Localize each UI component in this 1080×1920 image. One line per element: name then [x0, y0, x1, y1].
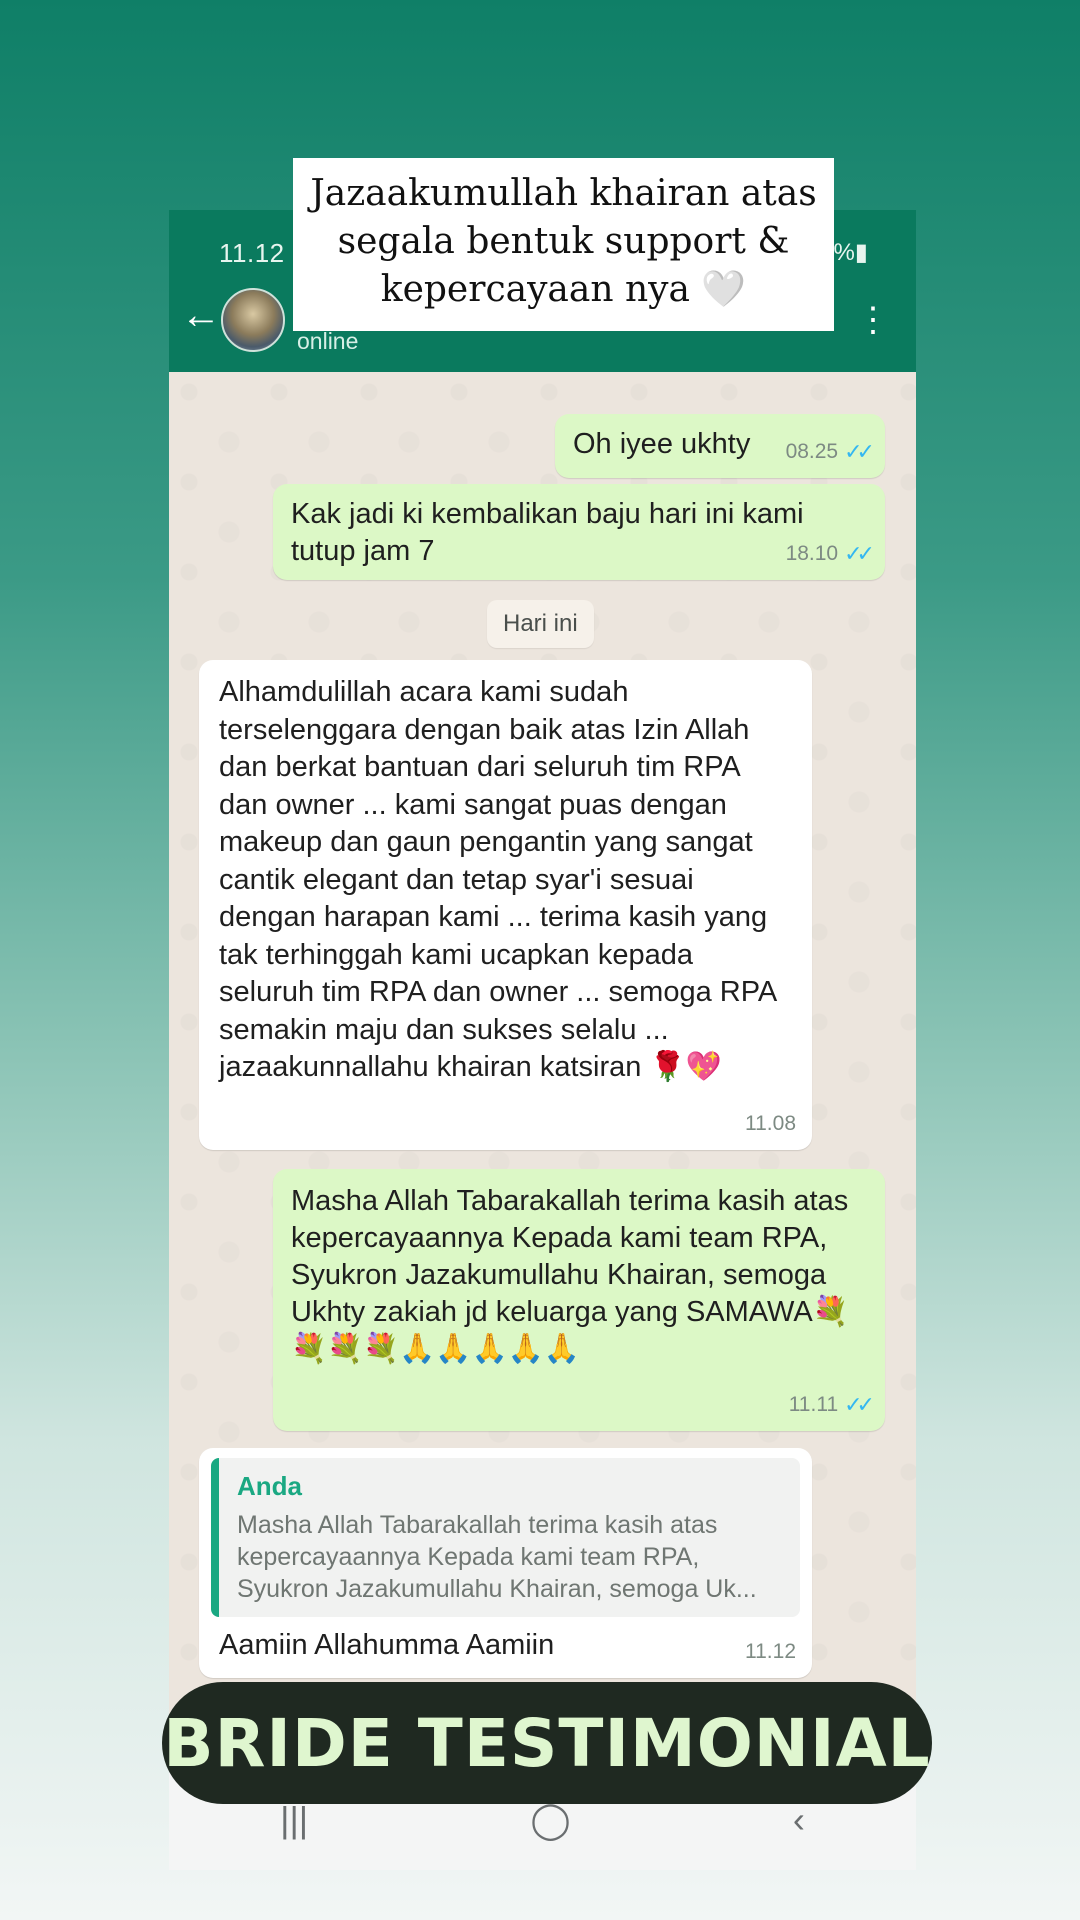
- quoted-message[interactable]: Anda Masha Allah Tabarakallah terima kas…: [211, 1458, 800, 1617]
- message-incoming-reply[interactable]: Anda Masha Allah Tabarakallah terima kas…: [199, 1448, 812, 1678]
- read-ticks-icon: ✓✓: [844, 439, 875, 464]
- more-vert-icon[interactable]: ⋮: [856, 300, 890, 340]
- message-outgoing[interactable]: Masha Allah Tabarakallah terima kasih at…: [273, 1169, 885, 1431]
- time-label: 18.10: [785, 542, 839, 565]
- message-incoming[interactable]: Alhamdulillah acara kami sudah terseleng…: [199, 660, 812, 1150]
- battery-indicator: %▮: [833, 239, 868, 266]
- back-nav-icon[interactable]: ‹: [793, 1799, 805, 1841]
- date-chip: Hari ini: [487, 600, 594, 648]
- message-time: 11.11 ✓✓: [788, 1386, 875, 1423]
- read-ticks-icon: ✓✓: [844, 1392, 875, 1417]
- caption-overlay: Jazaakumullah khairan atas segala bentuk…: [293, 158, 834, 331]
- message-text: Oh iyee ukhty: [573, 428, 751, 460]
- recents-icon[interactable]: |||: [280, 1799, 308, 1841]
- message-outgoing[interactable]: Kak jadi ki kembalikan baju hari ini kam…: [273, 484, 885, 580]
- message-text: Kak jadi ki kembalikan baju hari ini kam…: [291, 498, 804, 567]
- message-text: Alhamdulillah acara kami sudah terseleng…: [219, 676, 776, 1083]
- message-time: 08.25 ✓✓: [785, 433, 875, 470]
- testimonial-badge: BRIDE TESTIMONIAL: [162, 1682, 932, 1804]
- chat-area[interactable]: Oh iyee ukhty 08.25 ✓✓ Kak jadi ki kemba…: [169, 372, 916, 1870]
- message-time: 18.10 ✓✓: [785, 535, 875, 572]
- message-time: 11.08: [745, 1105, 796, 1143]
- home-icon[interactable]: ◯: [530, 1799, 570, 1841]
- message-time: 11.12: [745, 1633, 796, 1670]
- avatar[interactable]: [221, 288, 285, 352]
- time-label: 11.11: [788, 1393, 839, 1416]
- chat-screenshot: 11.12 %▮ ← online ▭ ✆ ⋮ Oh iyee ukhty 08…: [169, 210, 916, 1870]
- time-label: 08.25: [785, 440, 839, 463]
- status-time: 11.12: [219, 238, 285, 268]
- quote-text: Masha Allah Tabarakallah terima kasih at…: [237, 1511, 757, 1603]
- caption-line: Jazaakumullah khairan atas: [310, 173, 817, 214]
- back-arrow-icon[interactable]: ←: [181, 295, 221, 335]
- message-text: Masha Allah Tabarakallah terima kasih at…: [291, 1185, 849, 1365]
- time-label: 11.08: [745, 1111, 796, 1135]
- caption-line: kepercayaan nya 🤍: [380, 269, 747, 310]
- presence-status: online: [297, 328, 359, 354]
- quote-author: Anda: [237, 1471, 302, 1501]
- read-ticks-icon: ✓✓: [844, 541, 875, 566]
- caption-line: segala bentuk support &: [337, 221, 790, 262]
- message-outgoing[interactable]: Oh iyee ukhty 08.25 ✓✓: [555, 414, 885, 478]
- time-label: 11.12: [745, 1640, 796, 1663]
- message-text: Aamiin Allahumma Aamiin: [219, 1629, 555, 1661]
